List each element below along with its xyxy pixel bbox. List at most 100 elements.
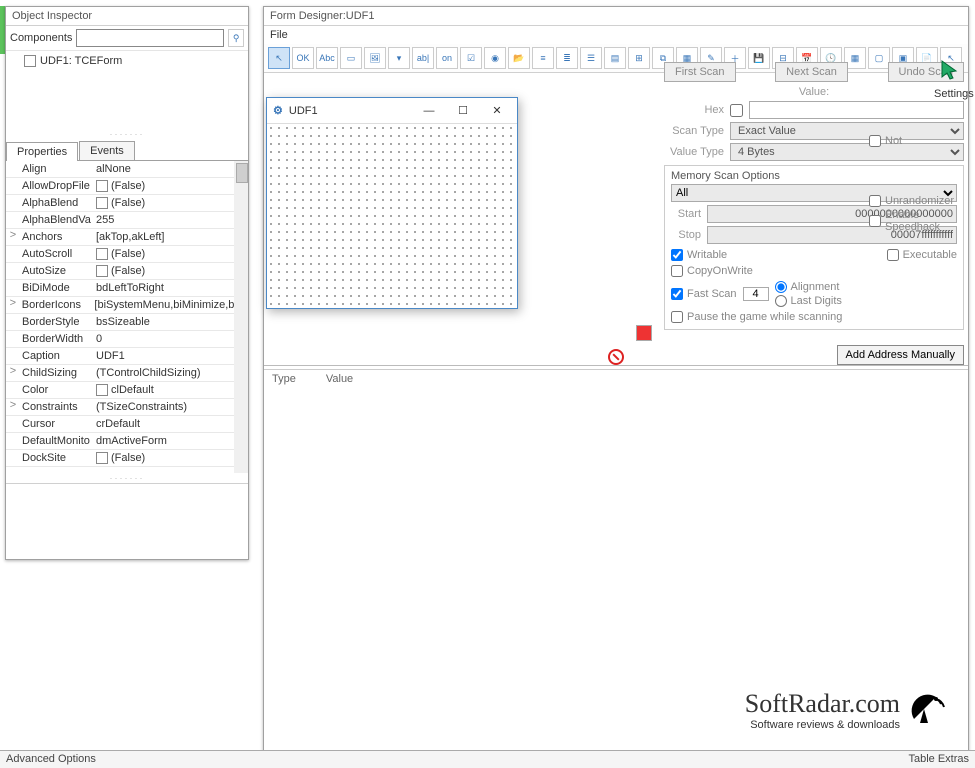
close-icon[interactable]: ✕ [483,101,511,121]
menu-file[interactable]: File [264,26,968,44]
on-button[interactable]: on [436,47,458,69]
bool-checkbox-icon[interactable] [96,384,108,396]
lastdigits-radio[interactable] [775,295,787,307]
prop-value[interactable]: UDF1 [94,348,248,364]
writable-checkbox[interactable] [671,249,683,261]
col-type[interactable]: Type [272,373,296,385]
prop-value[interactable]: (False) [94,246,248,262]
hex-checkbox[interactable] [730,104,743,117]
expand-icon[interactable] [6,348,20,364]
prop-value[interactable]: [biSystemMenu,biMinimize,biM [92,297,248,313]
property-row[interactable]: AutoScroll(False) [6,246,248,263]
fastscan-value-input[interactable] [743,287,769,301]
expand-icon[interactable] [6,331,20,347]
prop-value[interactable]: [akTop,akLeft] [94,229,248,245]
property-row[interactable]: BiDiModebdLeftToRight [6,280,248,297]
chk-icon-button[interactable]: ☑ [460,47,482,69]
property-row[interactable]: >ChildSizing(TControlChildSizing) [6,365,248,382]
prop-value[interactable]: (TControlChildSizing) [94,365,248,381]
bool-checkbox-icon[interactable] [96,180,108,192]
prop-value[interactable]: 255 [94,212,248,228]
expand-icon[interactable] [6,178,20,194]
expand-icon[interactable] [6,212,20,228]
property-row[interactable]: AutoSize(False) [6,263,248,280]
property-row[interactable]: >BorderIcons[biSystemMenu,biMinimize,biM [6,297,248,314]
property-grid[interactable]: AlignalNoneAllowDropFile(False)AlphaBlen… [6,161,248,473]
pause-checkbox[interactable] [671,311,683,323]
combobox-button[interactable]: ▾ [388,47,410,69]
prop-value[interactable]: crDefault [94,416,248,432]
tab-properties[interactable]: Properties [6,142,78,161]
tree-button[interactable]: ⊞ [628,47,650,69]
expand-icon[interactable] [6,161,20,177]
img-button[interactable]: 🖼 [364,47,386,69]
udf1-window[interactable]: ⚙ UDF1 — ☐ ✕ [266,97,518,309]
property-row[interactable]: CursorcrDefault [6,416,248,433]
components-input[interactable] [76,29,224,47]
expand-icon[interactable] [6,382,20,398]
property-row[interactable]: BorderWidth0 [6,331,248,348]
bool-checkbox-icon[interactable] [96,265,108,277]
executable-checkbox[interactable] [887,249,899,261]
property-row[interactable]: DockSite(False) [6,450,248,467]
tab-events[interactable]: Events [79,141,135,160]
abc-label-button[interactable]: Abc [316,47,338,69]
speedhack-checkbox[interactable] [869,215,881,227]
lines1-button[interactable]: ≡ [532,47,554,69]
property-row[interactable]: DefaultMonitodmActiveForm [6,433,248,450]
tree-item-udf1[interactable]: UDF1: TCEForm [12,55,242,67]
alignment-radio[interactable] [775,281,787,293]
col-value[interactable]: Value [326,373,353,385]
value-input[interactable] [749,101,964,119]
property-row[interactable]: >Constraints(TSizeConstraints) [6,399,248,416]
ok-btn-button[interactable]: OK [292,47,314,69]
status-left[interactable]: Advanced Options [6,753,96,766]
abl-button[interactable]: ab| [412,47,434,69]
bool-checkbox-icon[interactable] [96,452,108,464]
expand-icon[interactable] [6,450,20,466]
next-scan-button[interactable]: Next Scan [775,62,848,82]
expand-icon[interactable]: > [6,297,20,313]
settings-label[interactable]: Settings [934,88,966,100]
list-button[interactable]: ▤ [604,47,626,69]
design-grid[interactable] [267,124,517,308]
minimize-icon[interactable]: — [415,101,443,121]
property-row[interactable]: ColorclDefault [6,382,248,399]
prop-value[interactable]: (False) [94,263,248,279]
expand-icon[interactable]: > [6,399,20,415]
prop-value[interactable]: (False) [94,450,248,466]
lines2-button[interactable]: ≣ [556,47,578,69]
status-right[interactable]: Table Extras [908,753,969,766]
splitter-dots-2[interactable]: ······· [6,473,248,483]
splitter-dots[interactable]: ······· [6,129,248,139]
expand-icon[interactable] [6,416,20,432]
prop-value[interactable]: bsSizeable [94,314,248,330]
expand-icon[interactable] [6,263,20,279]
property-row[interactable]: BorderStylebsSizeable [6,314,248,331]
pointer-button[interactable]: ↖ [268,47,290,69]
expand-icon[interactable]: > [6,365,20,381]
unrandomizer-checkbox[interactable] [869,195,881,207]
property-row[interactable]: CaptionUDF1 [6,348,248,365]
cursor-icon[interactable] [938,59,962,83]
prop-value[interactable]: (False) [94,195,248,211]
property-scrollbar[interactable] [234,161,248,473]
brush-tool-icon[interactable] [636,325,652,341]
maximize-icon[interactable]: ☐ [449,101,477,121]
component-tree[interactable]: UDF1: TCEForm [6,51,248,129]
add-address-button[interactable]: Add Address Manually [837,345,964,365]
prop-value[interactable]: clDefault [94,382,248,398]
open-button[interactable]: 📂 [508,47,530,69]
fastscan-checkbox[interactable] [671,288,683,300]
property-row[interactable]: AlignalNone [6,161,248,178]
property-row[interactable]: >Anchors[akTop,akLeft] [6,229,248,246]
prop-value[interactable]: alNone [94,161,248,177]
prop-value[interactable]: (False) [94,178,248,194]
expand-icon[interactable] [6,246,20,262]
prop-value[interactable]: bdLeftToRight [94,280,248,296]
first-scan-button[interactable]: First Scan [664,62,736,82]
property-row[interactable]: AllowDropFile(False) [6,178,248,195]
prop-value[interactable]: dmActiveForm [94,433,248,449]
prop-value[interactable]: (TSizeConstraints) [94,399,248,415]
expand-icon[interactable] [6,195,20,211]
